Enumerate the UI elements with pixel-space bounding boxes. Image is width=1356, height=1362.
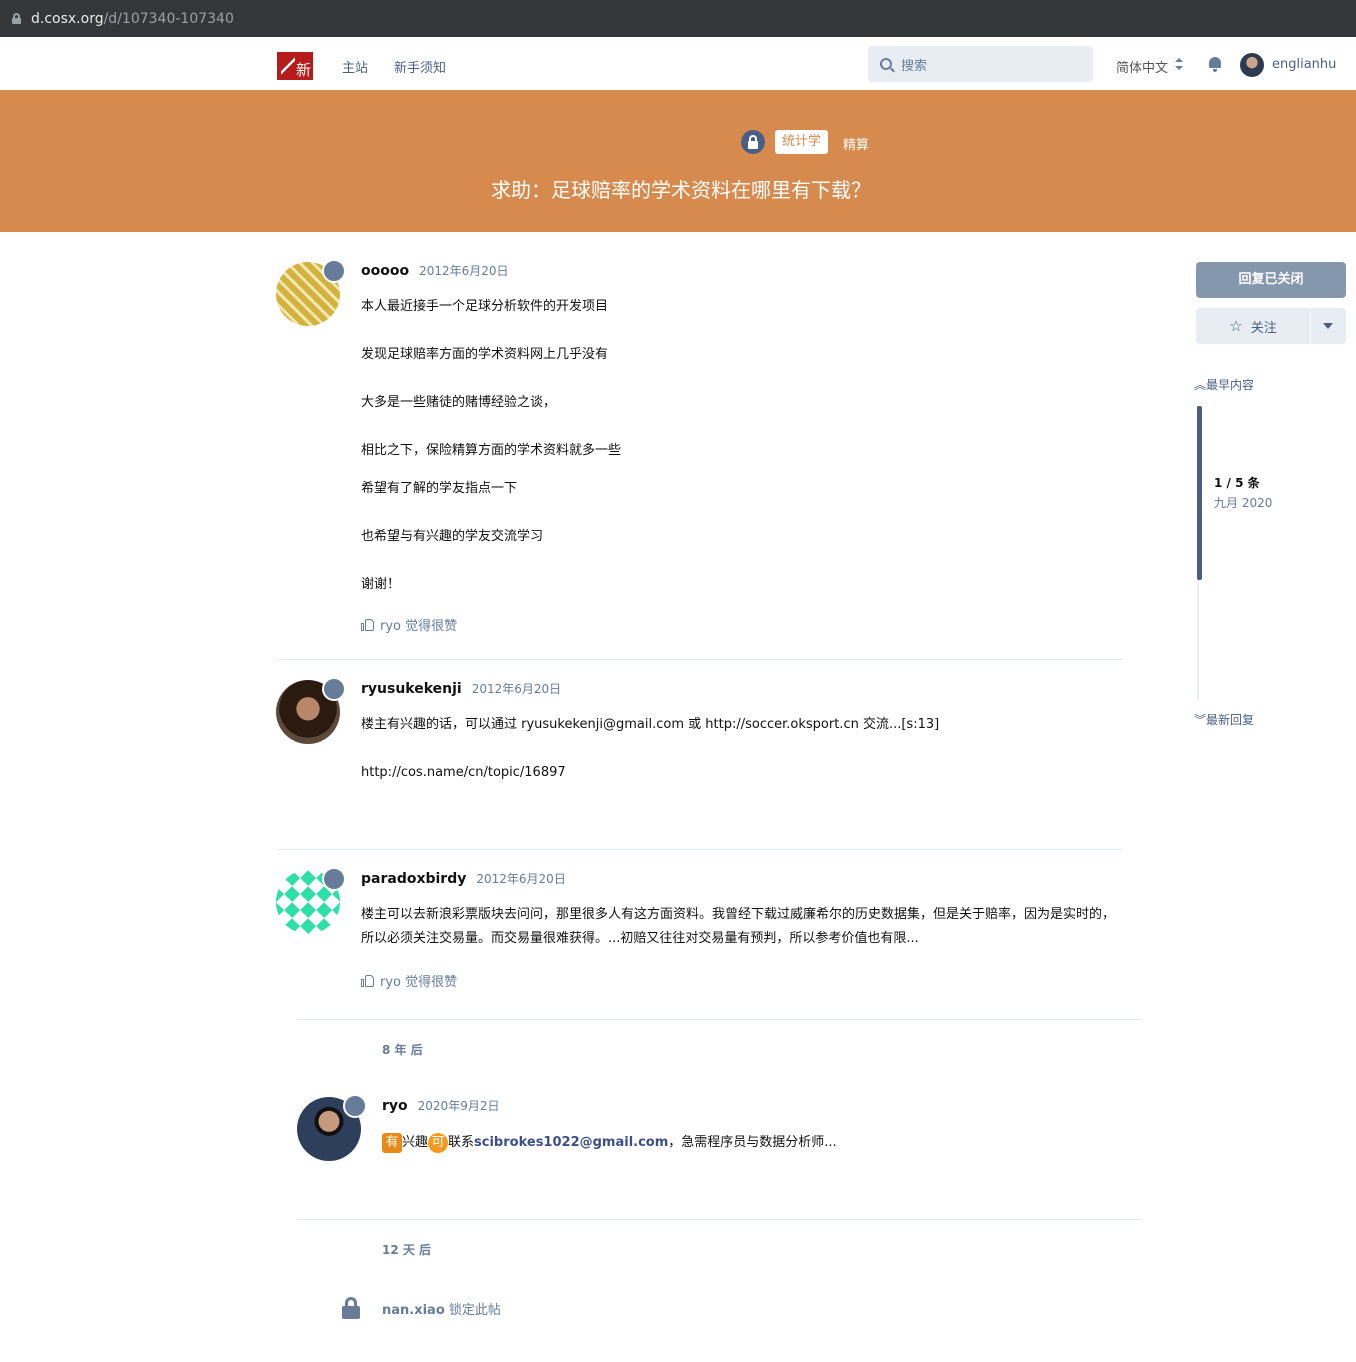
post-body: 楼主可以去新浪彩票版块去问问，那里很多人有这方面资料。我曾经下载过威廉希尔的历史… (361, 903, 1121, 975)
site-header: 新 主站 新手须知 搜索 简体中文 englianhu (0, 37, 1356, 90)
lock-icon (12, 13, 21, 24)
user-menu-name[interactable]: englianhu (1272, 57, 1336, 72)
nav-home-link[interactable]: 主站 (342, 57, 368, 76)
site-logo[interactable]: 新 (277, 52, 313, 80)
user-avatar[interactable] (1240, 53, 1264, 77)
search-input[interactable]: 搜索 (868, 46, 1093, 82)
bell-icon[interactable] (1208, 57, 1222, 72)
post-username[interactable]: paradoxbirdy (361, 871, 466, 887)
post-divider (296, 1019, 1142, 1020)
post-date[interactable]: 2012年6月20日 (419, 262, 508, 279)
follow-button[interactable]: ☆ 关注 (1196, 308, 1310, 344)
post-header: ooooo 2012年6月20日 (361, 262, 509, 279)
reply-closed-button[interactable]: 回复已关闭 (1196, 262, 1346, 298)
post-item: ooooo 2012年6月20日 本人最近接手一个足球分析软件的开发项目 发现足… (276, 259, 1122, 662)
event-action: 锁定此帖 (448, 1303, 501, 1318)
post-date[interactable]: 2012年6月20日 (476, 870, 565, 887)
url-host: d.cosx.org (31, 10, 104, 27)
emoji-chip: 有 (382, 1132, 402, 1153)
post-paragraph: 希望有了解的学友指点一下 (361, 481, 518, 496)
post-body: 有兴趣可联系scibrokes1022@gmail.com，急需程序员与数据分析… (382, 1131, 1142, 1155)
scrubber-last-link[interactable]: ︾最新回复 (1194, 711, 1254, 728)
discussion-title: 求助：足球赔率的学术资料在哪里有下载？ (0, 174, 1356, 203)
thumbs-up-icon (361, 618, 374, 631)
post-header: paradoxbirdy 2012年6月20日 (361, 870, 566, 887)
lock-icon (342, 1297, 360, 1319)
post-item: ryo 2020年9月2日 有兴趣可联系scibrokes1022@gmail.… (297, 1094, 1143, 1177)
post-body: 楼主有兴趣的话，可以通过 ryusukekenji@gmail.com 或 ht… (361, 713, 1121, 809)
post-divider (276, 849, 1122, 850)
follow-dropdown-toggle[interactable] (1311, 308, 1346, 344)
post-text: ，急需程序员与数据分析师... (668, 1135, 837, 1150)
scrubber-count: 1 / 5 条 (1214, 476, 1260, 490)
event-user[interactable]: nan.xiao (382, 1303, 445, 1318)
scrubber-first-label: 最早内容 (1206, 378, 1255, 392)
post-header: ryusukekenji 2012年6月20日 (361, 680, 561, 697)
online-indicator (343, 1094, 367, 1118)
scrubber-last-label: 最新回复 (1206, 713, 1255, 727)
post-username[interactable]: ryo (382, 1098, 408, 1114)
post-username[interactable]: ryusukekenji (361, 681, 462, 697)
tag-primary[interactable]: 统计学 (775, 130, 829, 154)
time-gap: 8 年 后 (382, 1043, 423, 1057)
post-date[interactable]: 2020年9月2日 (418, 1097, 500, 1114)
discussion-hero: 统计学 精算 求助：足球赔率的学术资料在哪里有下载？ (0, 90, 1356, 232)
post-paragraph: 楼主可以去新浪彩票版块去问问，那里很多人有这方面资料。我曾经下载过威廉希尔的历史… (361, 907, 1116, 946)
post-likes[interactable]: ryo 觉得很赞 (361, 971, 457, 990)
tag-secondary[interactable]: 精算 (843, 134, 869, 153)
follow-label: 关注 (1250, 320, 1277, 336)
post-paragraph: 本人最近接手一个足球分析软件的开发项目 (361, 299, 609, 314)
likes-text: ryo 觉得很赞 (380, 975, 458, 990)
post-paragraph: http://cos.name/cn/topic/16897 (361, 765, 566, 780)
post-paragraph: 发现足球赔率方面的学术资料网上几乎没有 (361, 347, 609, 362)
post-date[interactable]: 2012年6月20日 (472, 680, 561, 697)
post-body: 本人最近接手一个足球分析软件的开发项目 发现足球赔率方面的学术资料网上几乎没有 … (361, 295, 1121, 621)
language-selector[interactable]: 简体中文 (1116, 57, 1168, 76)
online-indicator (322, 677, 346, 701)
time-gap: 12 天 后 (382, 1243, 432, 1257)
post-paragraph: 楼主有兴趣的话，可以通过 ryusukekenji@gmail.com 或 ht… (361, 717, 940, 732)
emoji-chip: 可 (428, 1132, 449, 1153)
scrubber-first-link[interactable]: ︽最早内容 (1194, 376, 1254, 393)
post-paragraph: 大多是一些赌徒的赌博经验之谈， (361, 395, 557, 410)
post-divider (276, 659, 1122, 660)
discussion-title-text: 求助：足球赔率的学术资料在哪里有下载？ (491, 178, 871, 202)
nav-guide-link[interactable]: 新手须知 (394, 57, 446, 76)
sort-caret-icon (1175, 58, 1183, 70)
search-placeholder: 搜索 (901, 58, 928, 74)
post-item: paradoxbirdy 2012年6月20日 楼主可以去新浪彩票版块去问问，那… (276, 867, 1122, 1000)
browser-url-bar[interactable]: d.cosx.org /d/107340-107340 (0, 0, 1356, 37)
double-chevron-down-icon: ︾ (1194, 713, 1207, 727)
search-icon (880, 58, 892, 70)
post-paragraph: 也希望与有兴趣的学友交流学习 (361, 529, 544, 544)
online-indicator (322, 259, 346, 283)
post-text: 联系 (448, 1135, 475, 1150)
online-indicator (322, 867, 346, 891)
thumbs-up-icon (361, 974, 374, 987)
locked-badge-icon (741, 130, 765, 154)
post-header: ryo 2020年9月2日 (382, 1097, 499, 1114)
post-item: ryusukekenji 2012年6月20日 楼主有兴趣的话，可以通过 ryu… (276, 677, 1122, 820)
post-text: 兴趣 (402, 1135, 429, 1150)
post-paragraph: 相比之下，保险精算方面的学术资料就多一些 (361, 443, 622, 458)
likes-text: ryo 觉得很赞 (380, 619, 458, 634)
post-paragraph: 谢谢！ (361, 577, 401, 592)
post-divider (296, 1219, 1142, 1220)
star-icon: ☆ (1229, 317, 1243, 335)
double-chevron-up-icon: ︽ (1194, 378, 1207, 392)
post-likes[interactable]: ryo 觉得很赞 (361, 615, 457, 634)
post-username[interactable]: ooooo (361, 263, 409, 279)
scrubber-handle[interactable] (1197, 406, 1202, 580)
scrubber-date: 九月 2020 (1214, 496, 1273, 510)
lock-event: nan.xiao 锁定此帖 (382, 1299, 501, 1318)
email-link[interactable]: scibrokes1022@gmail.com (474, 1135, 668, 1150)
url-path: /d/107340-107340 (103, 10, 234, 27)
